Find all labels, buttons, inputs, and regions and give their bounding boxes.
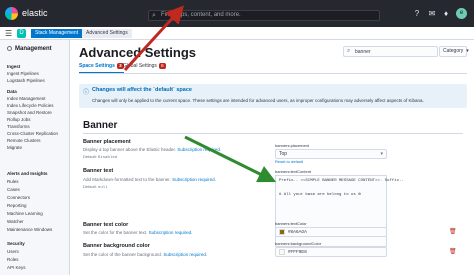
sidebar-item-rollup-jobs[interactable]: Rollup Jobs xyxy=(7,117,31,122)
sidebar-item-transforms[interactable]: Transforms xyxy=(7,124,30,129)
newsfeed-icon[interactable]: ✉ xyxy=(427,9,437,19)
sidebar-item-index-lifecycle-policies[interactable]: Index Lifecycle Policies xyxy=(7,103,54,108)
sidebar-section-alerts-and-insights: Alerts and Insights xyxy=(7,171,48,176)
sidebar-item-connectors[interactable]: Connectors xyxy=(7,195,30,200)
search-icon: ⌕ xyxy=(152,12,156,19)
field-label-banner-text-color: banners:textColor xyxy=(275,221,307,226)
color-swatch xyxy=(279,229,285,235)
breadcrumb-advanced-settings: Advanced Settings xyxy=(82,29,132,38)
banner-text-color-value: #8A6A0A xyxy=(288,229,308,234)
breadcrumb-stack-management[interactable]: Stack Management xyxy=(31,29,83,38)
sidebar-item-roles[interactable]: Roles xyxy=(7,257,19,262)
sidebar-section-ingest: Ingest xyxy=(7,64,21,69)
sidebar-title: Management xyxy=(7,46,52,52)
sidebar-item-migrate[interactable]: Migrate xyxy=(7,145,22,150)
banner-background-color-picker[interactable]: #FFF9E8 xyxy=(275,247,387,257)
global-search[interactable]: ⌕ Find apps, content, and more. xyxy=(148,10,380,21)
sidebar-section-security: Security xyxy=(7,241,25,246)
elastic-logo-icon[interactable] xyxy=(5,7,18,20)
sidebar-item-watcher[interactable]: Watcher xyxy=(7,219,24,224)
sidebar-section-data: Data xyxy=(7,89,17,94)
sidebar-item-snapshot-and-restore[interactable]: Snapshot and Restore xyxy=(7,110,52,115)
sidebar-item-users[interactable]: Users xyxy=(7,249,19,254)
sidebar-item-cases[interactable]: Cases xyxy=(7,187,20,192)
field-label-banner-background-color: banners:backgroundColor xyxy=(275,241,322,246)
sidebar-item-machine-learning[interactable]: Machine Learning xyxy=(7,211,43,216)
user-avatar[interactable]: e xyxy=(456,8,467,19)
top-header: elastic ⌕ Find apps, content, and more. … xyxy=(0,0,474,27)
space-avatar[interactable]: D xyxy=(17,29,26,38)
sidebar-item-index-management[interactable]: Index Management xyxy=(7,96,46,101)
bell-icon[interactable]: ♦ xyxy=(441,9,451,19)
trash-icon[interactable]: 🗑 xyxy=(449,248,457,255)
color-fields: banners:textColor #8A6A0A 🗑 banners:back… xyxy=(71,40,474,275)
trash-icon[interactable]: 🗑 xyxy=(449,228,457,235)
sidebar-item-maintenance-windows[interactable]: Maintenance Windows xyxy=(7,227,52,232)
sidebar-item-rules[interactable]: Rules xyxy=(7,179,19,184)
gear-icon xyxy=(7,46,12,51)
global-search-placeholder: Find apps, content, and more. xyxy=(161,12,241,18)
sidebar-item-reporting[interactable]: Reporting xyxy=(7,203,27,208)
sidebar-item-remote-clusters[interactable]: Remote Clusters xyxy=(7,138,41,143)
breadcrumb-bar: ☰ D Stack Management Advanced Settings xyxy=(0,27,474,40)
app-root: elastic ⌕ Find apps, content, and more. … xyxy=(0,0,474,275)
brand-name[interactable]: elastic xyxy=(22,8,48,18)
sidebar-item-logstash-pipelines[interactable]: Logstash Pipelines xyxy=(7,78,45,83)
sidebar-item-ingest-pipelines[interactable]: Ingest Pipelines xyxy=(7,71,39,76)
sidebar-item-api-keys[interactable]: API Keys xyxy=(7,265,26,270)
management-sidebar: Management Ingest Ingest Pipelines Logst… xyxy=(0,40,70,275)
banner-background-color-value: #FFF9E8 xyxy=(288,249,307,254)
hamburger-menu-icon[interactable]: ☰ xyxy=(5,29,12,38)
sidebar-item-cross-cluster-replication[interactable]: Cross-Cluster Replication xyxy=(7,131,58,136)
help-icon[interactable]: ? xyxy=(412,9,422,19)
sidebar-title-label: Management xyxy=(15,46,52,52)
color-swatch xyxy=(279,249,285,255)
banner-text-color-picker[interactable]: #8A6A0A xyxy=(275,227,387,237)
